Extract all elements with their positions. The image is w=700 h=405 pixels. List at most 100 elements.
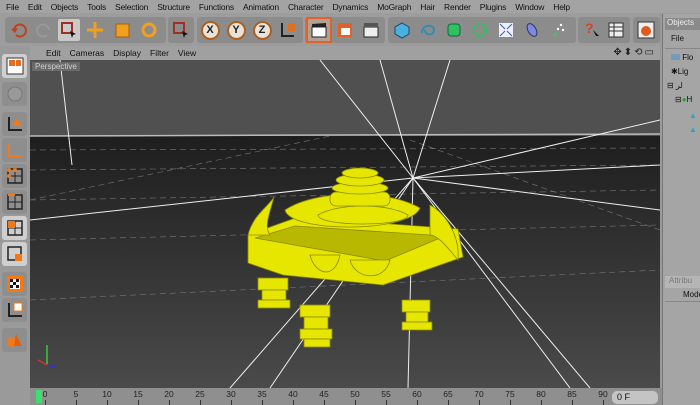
rotate-button[interactable]	[138, 19, 160, 41]
timeline[interactable]: 0 5 10 15 20 25 30 35 40 45 50 55 60 65 70 75 80 85 90 0 F	[30, 388, 662, 405]
menu-selection[interactable]: Selection	[115, 2, 148, 12]
menu-file[interactable]: File	[6, 2, 19, 12]
particles-button[interactable]	[547, 19, 569, 41]
texture-button[interactable]	[2, 272, 27, 296]
deformer-button[interactable]	[495, 19, 517, 41]
timeline-tick-label: 5	[73, 389, 79, 399]
coordinate-system-button[interactable]	[277, 19, 299, 41]
child-object-icon[interactable]: ▲	[689, 111, 697, 120]
menu-animation[interactable]: Animation	[243, 2, 279, 12]
redo-icon	[36, 23, 50, 38]
edges-icon	[6, 194, 23, 210]
scale-icon	[115, 23, 130, 38]
redo-button[interactable]	[33, 19, 55, 41]
object-axis-button[interactable]	[2, 112, 27, 136]
tab-attributes[interactable]: Attribu	[665, 276, 700, 288]
environment-button[interactable]	[521, 19, 543, 41]
viewport-navigation-icons[interactable]: ✥⬍⟲▭	[613, 47, 656, 58]
menu-objects[interactable]: Objects	[51, 2, 79, 12]
menu-edit[interactable]: Edit	[28, 2, 42, 12]
live-selection-button[interactable]	[58, 19, 80, 41]
globe-icon	[637, 21, 655, 39]
timeline-tick-label: 25	[195, 389, 205, 399]
timeline-tick	[355, 400, 356, 405]
cube-icon	[394, 22, 410, 39]
timeline-tick	[293, 400, 294, 405]
timeline-tick-label: 10	[102, 389, 112, 399]
layout-help-button[interactable]	[605, 19, 627, 41]
y-axis-button[interactable]: Y	[225, 19, 247, 41]
recent-tool-button[interactable]	[170, 19, 192, 41]
render-picture-viewer-button[interactable]	[334, 19, 356, 41]
viewport-menu-display[interactable]: Display	[113, 48, 141, 58]
cube-button[interactable]	[391, 19, 413, 41]
object-name: Lig	[677, 67, 689, 76]
viewport-menu-cameras[interactable]: Cameras	[70, 48, 104, 58]
render-view-button[interactable]	[306, 17, 332, 43]
menu-hair[interactable]: Hair	[420, 2, 435, 12]
tab-objects[interactable]: Objects	[665, 18, 700, 30]
primitives-button[interactable]	[2, 328, 27, 352]
particles-icon	[552, 23, 565, 36]
timeline-tick-label: 15	[133, 389, 143, 399]
menu-render[interactable]: Render	[444, 2, 471, 12]
sky	[30, 60, 660, 136]
points-mode-button[interactable]	[2, 164, 27, 188]
object-item-null[interactable]: ⊟ لر	[667, 81, 683, 90]
undo-button[interactable]	[8, 19, 30, 41]
browser-button[interactable]	[635, 19, 657, 41]
object-item-floor[interactable]: Flo	[671, 53, 693, 62]
object-item-h[interactable]: ⊟●H	[675, 95, 692, 104]
texture-axis-button[interactable]	[2, 298, 27, 322]
timeline-tick-label: 90	[598, 389, 608, 399]
clapper-icon	[311, 23, 327, 38]
viewport-menu-filter[interactable]: Filter	[150, 48, 169, 58]
menu-window[interactable]: Window	[515, 2, 544, 12]
z-axis-button[interactable]: Z	[251, 19, 273, 41]
points-icon	[6, 168, 23, 184]
svg-text:?: ?	[585, 21, 594, 36]
object-name: H	[686, 95, 693, 104]
menu-mograph[interactable]: MoGraph	[377, 2, 411, 12]
timeline-tick	[45, 400, 46, 405]
model-mode-button[interactable]	[2, 138, 27, 162]
playhead[interactable]	[36, 390, 42, 403]
uv-mode-button[interactable]	[2, 242, 27, 266]
light-icon: ✱	[671, 67, 678, 76]
x-axis-button[interactable]: X	[199, 19, 221, 41]
timeline-tick-label: 20	[164, 389, 174, 399]
nurbs-button[interactable]	[443, 19, 465, 41]
x-axis-icon: X	[200, 20, 220, 40]
objects-menu-file[interactable]: File	[671, 34, 684, 43]
3d-viewport[interactable]: Perspective	[30, 60, 660, 388]
render-settings-button[interactable]	[360, 19, 382, 41]
menu-structure[interactable]: Structure	[157, 2, 190, 12]
use-model-button[interactable]	[2, 54, 27, 78]
edges-mode-button[interactable]	[2, 190, 27, 214]
spline-button[interactable]	[417, 19, 439, 41]
deformer-icon	[499, 23, 513, 37]
timeline-tick	[572, 400, 573, 405]
menu-character[interactable]: Character	[288, 2, 324, 12]
object-item-light[interactable]: ✱Lig	[671, 67, 688, 76]
current-frame-field[interactable]: 0 F	[612, 391, 658, 404]
viewport-menu-view[interactable]: View	[178, 48, 196, 58]
viewport-menu-edit[interactable]: Edit	[46, 48, 61, 58]
child-object-icon[interactable]: ▲	[689, 125, 697, 134]
scale-button[interactable]	[111, 19, 133, 41]
polygons-mode-button[interactable]	[2, 216, 27, 240]
menu-functions[interactable]: Functions	[199, 2, 234, 12]
texture-mode-button[interactable]	[2, 82, 27, 106]
help-cursor-button[interactable]: ?	[581, 19, 603, 41]
array-button[interactable]	[469, 19, 491, 41]
move-icon	[87, 22, 103, 38]
menu-help[interactable]: Help	[553, 2, 570, 12]
menu-tools[interactable]: Tools	[87, 2, 106, 12]
menu-plugins[interactable]: Plugins	[480, 2, 507, 12]
menu-dynamics[interactable]: Dynamics	[332, 2, 368, 12]
help-icon: ?	[585, 21, 599, 36]
move-button[interactable]	[84, 19, 106, 41]
timeline-tick	[510, 400, 511, 405]
attributes-menu-mode[interactable]: Mode	[665, 290, 700, 302]
timeline-tick	[169, 400, 170, 405]
